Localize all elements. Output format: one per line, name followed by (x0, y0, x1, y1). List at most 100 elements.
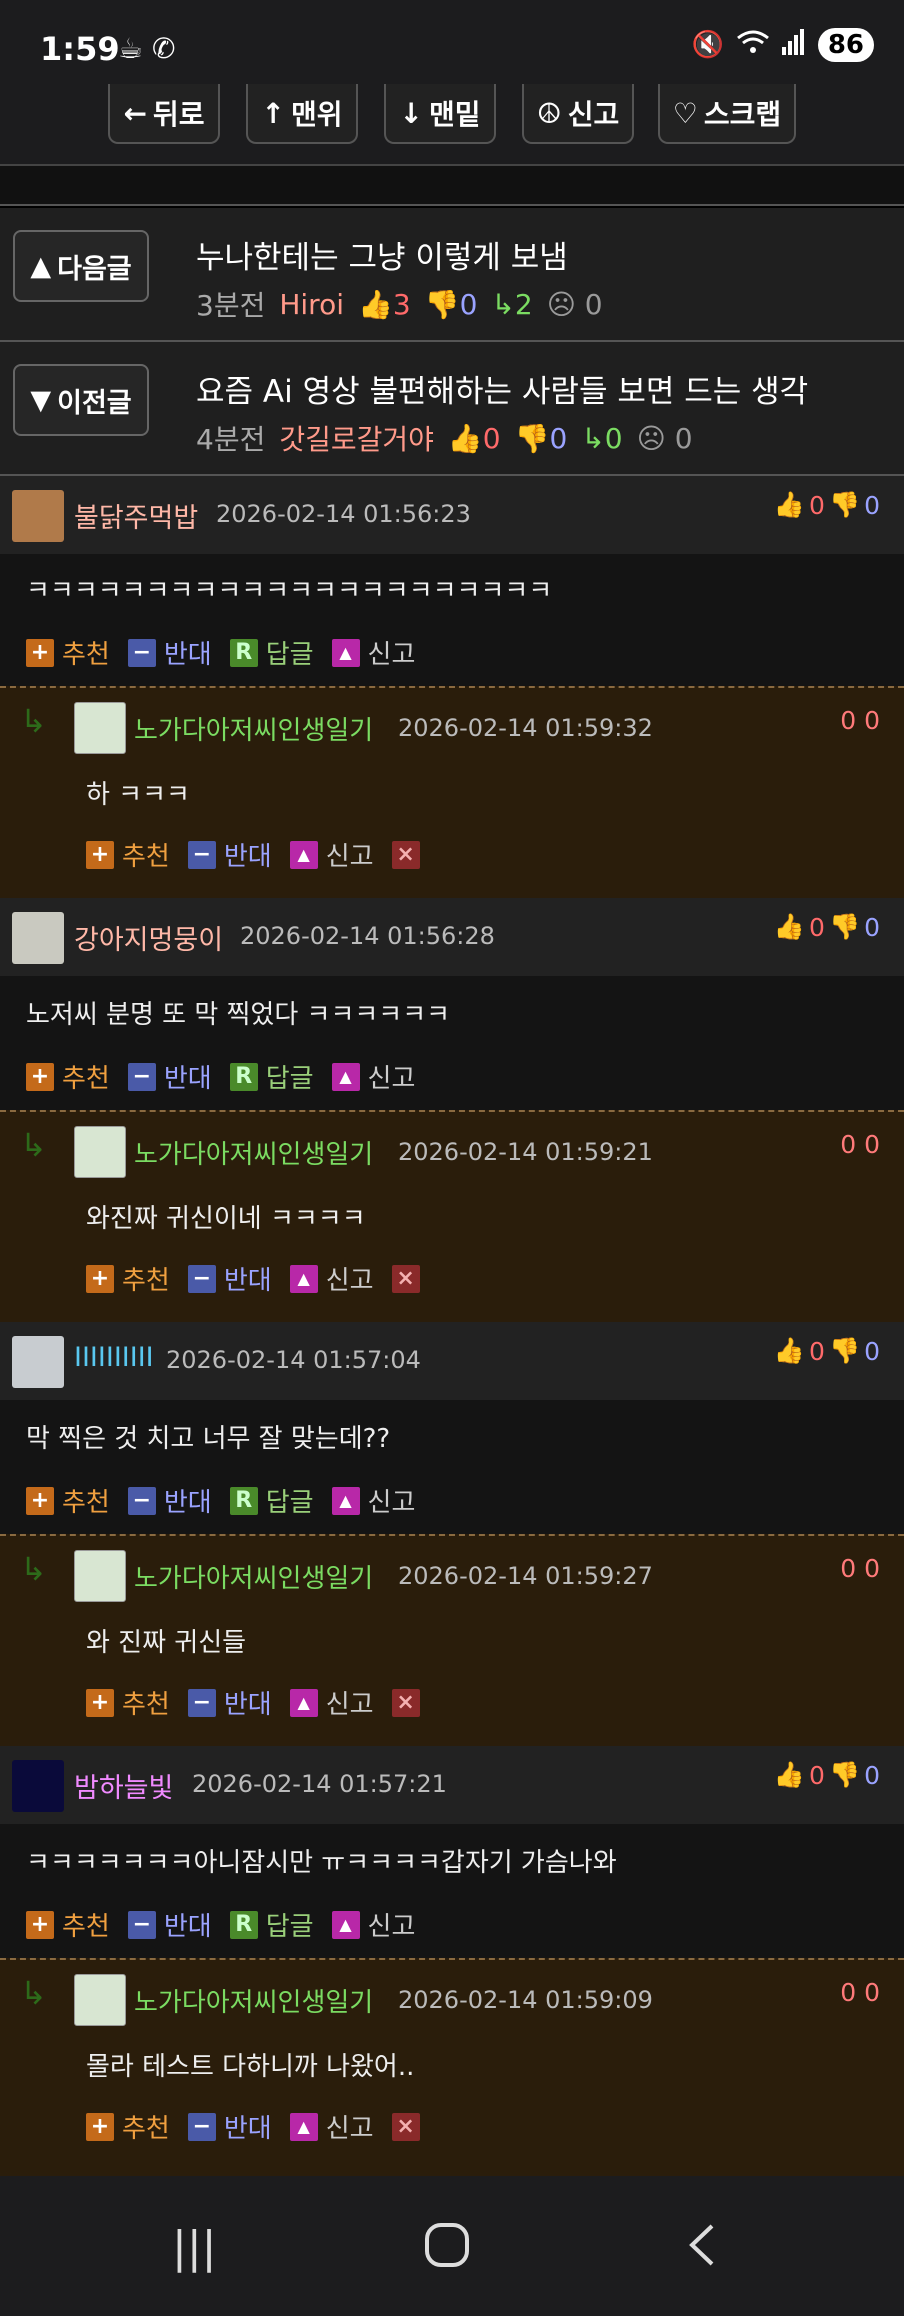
prev-post-button[interactable]: ▼ 이전글 (13, 364, 149, 436)
oppose-button[interactable]: − 반대 (127, 1906, 212, 1943)
reply-arrow-icon: ↳ (20, 1550, 47, 1588)
reply-author[interactable]: 노가다아저씨인생일기 (134, 710, 373, 747)
plus-icon: + (26, 1910, 54, 1939)
oppose-button[interactable]: − 반대 (127, 1058, 212, 1095)
avatar[interactable] (12, 1336, 64, 1388)
recommend-button[interactable]: + 추천 (86, 1684, 170, 1721)
avatar[interactable] (12, 1760, 64, 1812)
oppose-button[interactable]: − 반대 (187, 1684, 272, 1721)
thumbs-up-icon: 👍 (773, 490, 806, 519)
reply-votes: 0 0 (840, 1554, 880, 1583)
recommend-button[interactable]: + 추천 (86, 1260, 170, 1297)
mute-icon: 🔇 (691, 30, 724, 60)
report-button[interactable]: ▲ 신고 (289, 836, 374, 873)
oppose-button[interactable]: − 반대 (187, 836, 272, 873)
avatar[interactable] (74, 1126, 126, 1178)
recommend-button[interactable]: + 추천 (26, 1482, 110, 1519)
delete-button[interactable]: × (391, 840, 420, 869)
recommend-button[interactable]: + 추천 (26, 1058, 110, 1095)
next-post-row[interactable]: ▲ 다음글 누나한테는 그냥 이렇게 보냄 3분전 Hiroi 👍3 👎0 ↳2 … (0, 208, 904, 342)
reply-r-icon: R (229, 638, 258, 667)
minus-icon: − (187, 1264, 216, 1293)
reply-arrow-icon: ↳ (581, 421, 605, 455)
siren-icon: ▲ (289, 840, 318, 869)
prev-post-author[interactable]: 갓길로갈거야 (279, 418, 434, 458)
back-button[interactable]: ← 뒤로 (108, 84, 220, 144)
next-post-meta: 3분전 Hiroi 👍3 👎0 ↳2 ☹ 0 (196, 287, 603, 323)
minus-icon: − (127, 638, 156, 667)
comment-author[interactable]: 불닭주먹밥 (74, 496, 198, 535)
wifi-icon (736, 29, 770, 62)
recommend-button[interactable]: + 추천 (26, 1906, 110, 1943)
report-button[interactable]: ▲ 신고 (331, 634, 415, 671)
oppose-button[interactable]: − 반대 (187, 1260, 272, 1297)
report-post-button[interactable]: ☮ 신고 (522, 84, 634, 144)
comment-author[interactable]: 밤하늘빛 (74, 1766, 173, 1805)
siren-icon: ▲ (331, 638, 360, 667)
comment-text: ㅋㅋㅋㅋㅋㅋㅋ아니잠시만 ㅠㅋㅋㅋㅋ갑자기 가슴나와 (26, 1848, 617, 1878)
plus-icon: + (86, 2112, 114, 2141)
report-button[interactable]: ▲ 신고 (331, 1482, 415, 1519)
reply-author[interactable]: 노가다아저씨인생일기 (134, 1558, 373, 1595)
avatar[interactable] (12, 490, 64, 542)
report-button[interactable]: ▲ 신고 (289, 1260, 374, 1297)
next-post-title[interactable]: 누나한테는 그냥 이렇게 보냄 (196, 232, 568, 277)
up-arrow-icon: ↑ (261, 96, 285, 130)
avatar[interactable] (74, 1974, 126, 2026)
scrap-button[interactable]: ♡ 스크랩 (658, 84, 796, 144)
recent-apps-icon[interactable]: ||| (172, 2222, 216, 2273)
reply-votes: 0 0 (840, 1978, 880, 2007)
report-button[interactable]: ▲ 신고 (331, 1906, 415, 1943)
comment-actions: + 추천 − 반대 R 답글 ▲ 신고 (26, 1058, 415, 1095)
comment-header: IIIIIIIIII 2026-02-14 01:57:04 👍 0 👎 0 (0, 1322, 904, 1400)
minus-icon: − (127, 1910, 156, 1939)
report-button[interactable]: ▲ 신고 (331, 1058, 415, 1095)
reply-author[interactable]: 노가다아저씨인생일기 (134, 1982, 373, 2019)
reply-actions: + 추천 − 반대 ▲ 신고 × (86, 2108, 420, 2145)
back-icon[interactable] (684, 2222, 718, 2279)
recommend-button[interactable]: + 추천 (26, 634, 110, 671)
report-button[interactable]: ▲ 신고 (289, 1684, 374, 1721)
oppose-button[interactable]: − 반대 (187, 2108, 272, 2145)
signal-icon (781, 28, 806, 62)
reply-author[interactable]: 노가다아저씨인생일기 (134, 1134, 373, 1171)
avatar[interactable] (12, 912, 64, 964)
delete-button[interactable]: × (391, 1264, 420, 1293)
minus-icon: − (187, 840, 216, 869)
recommend-button[interactable]: + 추천 (86, 2108, 170, 2145)
reply-button[interactable]: R 답글 (229, 634, 314, 671)
reply-actions: + 추천 − 반대 ▲ 신고 × (86, 1684, 420, 1721)
scroll-bottom-button[interactable]: ↓ 맨밑 (384, 84, 496, 144)
comment-body: 노저씨 분명 또 막 찍었다 ㅋㅋㅋㅋㅋㅋ + 추천 − 반대 R 답글 ▲ 신고 (0, 976, 904, 1110)
avatar[interactable] (74, 1550, 126, 1602)
prev-post-row[interactable]: ▼ 이전글 요즘 Ai 영상 불편해하는 사람들 보면 드는 생각 4분전 갓길로… (0, 342, 904, 476)
comment-author[interactable]: 강아지멍뭉이 (74, 918, 223, 957)
next-post-button[interactable]: ▲ 다음글 (13, 230, 149, 302)
reply-button[interactable]: R 답글 (229, 1482, 314, 1519)
reply-item: ↳ 노가다아저씨인생일기 2026-02-14 01:59:27 0 0 와 진… (0, 1534, 904, 1746)
comment-author[interactable]: IIIIIIIIII (74, 1342, 154, 1373)
reply-r-icon: R (229, 1062, 258, 1091)
home-icon[interactable] (424, 2222, 470, 2279)
comment-text: 노저씨 분명 또 막 찍었다 ㅋㅋㅋㅋㅋㅋ (26, 1000, 451, 1030)
comment-header: 불닭주먹밥 2026-02-14 01:56:23 👍 0 👎 0 (0, 476, 904, 554)
delete-button[interactable]: × (391, 2112, 420, 2141)
recommend-button[interactable]: + 추천 (86, 836, 170, 873)
scroll-top-button[interactable]: ↑ 맨위 (246, 84, 358, 144)
thumbs-up-icon: 👍 (773, 912, 806, 941)
reply-button[interactable]: R 답글 (229, 1058, 314, 1095)
avatar[interactable] (74, 702, 126, 754)
comment-actions: + 추천 − 반대 R 답글 ▲ 신고 (26, 1482, 415, 1519)
reply-date: 2026-02-14 01:59:21 (398, 1138, 653, 1166)
prev-post-title[interactable]: 요즘 Ai 영상 불편해하는 사람들 보면 드는 생각 (196, 366, 808, 411)
oppose-button[interactable]: − 반대 (127, 1482, 212, 1519)
reply-item: ↳ 노가다아저씨인생일기 2026-02-14 01:59:09 0 0 몰라 … (0, 1958, 904, 2176)
report-button[interactable]: ▲ 신고 (289, 2108, 374, 2145)
delete-button[interactable]: × (391, 1688, 420, 1717)
next-post-author[interactable]: Hiroi (279, 288, 344, 321)
siren-icon: ▲ (331, 1486, 360, 1515)
reply-button[interactable]: R 답글 (229, 1906, 314, 1943)
comment-date: 2026-02-14 01:57:21 (192, 1770, 447, 1798)
comment-votes: 👍 0 👎 0 (773, 490, 880, 520)
oppose-button[interactable]: − 반대 (127, 634, 212, 671)
